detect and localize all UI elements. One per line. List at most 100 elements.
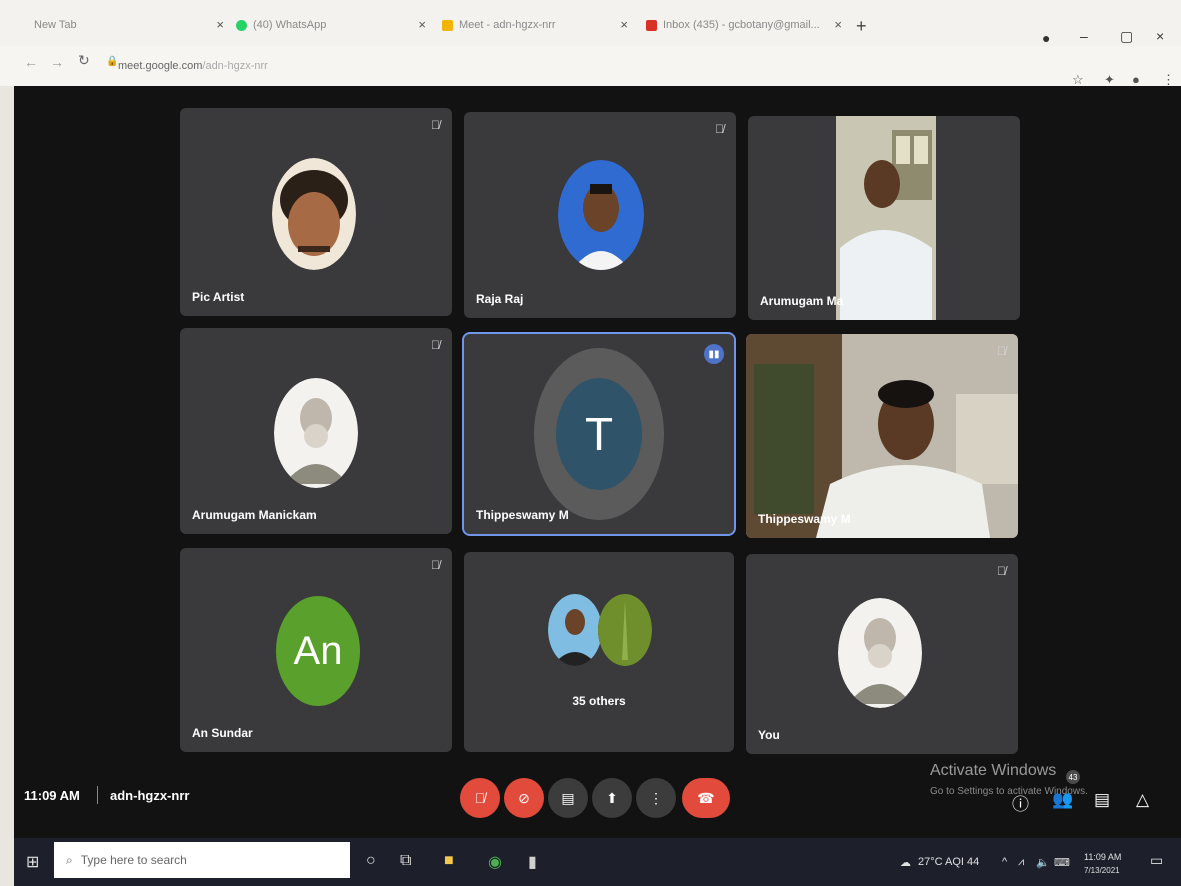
weather-text[interactable]: 27°C AQI 44 [918,856,979,868]
profile-icon[interactable]: ● [1042,30,1050,46]
mic-off-icon: 🎙̸ [997,564,1006,578]
more-vert-icon: ⋮ [649,789,663,806]
meet-icon [442,19,453,31]
participant-name: Thippeswamy M [476,508,569,522]
captions-button[interactable]: ▤ [548,778,588,818]
divider [97,786,98,804]
avatar [838,598,922,708]
participant-tile[interactable]: Arumugam Ma [748,116,1020,320]
meet-stage: 🎙̸ Pic Artist 🎙̸ Raja Raj Arumugam Ma 🎙̸… [14,86,1181,838]
participant-video [836,116,936,320]
participant-video [746,334,1018,538]
mic-off-icon: 🎙̸ [715,122,724,136]
participant-tile[interactable]: An 🎙̸ An Sundar [180,548,452,752]
url-domain: meet.google.com [118,60,203,72]
volume-icon[interactable]: 🔈 [1036,856,1050,869]
mic-off-icon: 🎙̸ [997,344,1006,358]
close-tab-icon[interactable]: × [216,17,224,32]
more-options-button[interactable]: ⋮ [636,778,676,818]
tab-title: New Tab [34,19,77,31]
tab-meet[interactable]: Meet - adn-hgzx-nrr × [442,12,628,38]
chrome-icon[interactable]: ◉ [488,852,502,872]
back-icon[interactable]: ← [24,54,38,70]
tab-title: Meet - adn-hgzx-nrr [459,19,556,31]
notifications-icon[interactable]: ▭ [1150,852,1163,869]
cortana-icon[interactable]: ○ [366,852,376,870]
activate-windows-title: Activate Windows [930,762,1057,779]
participant-name: You [758,728,780,742]
participant-tile-active-speaker[interactable]: T ▮▮ Thippeswamy M [462,332,736,536]
search-placeholder: Type here to search [80,853,187,867]
taskbar-search-box[interactable]: ⌕ Type here to search [54,842,350,878]
clock-time[interactable]: 11:09 AM [1084,852,1121,862]
weather-icon[interactable]: ☁ [900,856,911,869]
people-icon[interactable]: 👥 [1052,790,1073,810]
tab-title: (40) WhatsApp [253,19,327,31]
task-view-icon[interactable]: ⧉ [400,852,411,870]
clock-date[interactable]: 7/13/2021 [1084,866,1120,875]
others-count: 35 others [572,694,626,708]
file-explorer-icon[interactable]: ■ [444,852,454,870]
chat-icon[interactable]: ▤ [1094,790,1110,810]
mic-off-icon: 🎙̸ [474,790,486,806]
participant-tile[interactable]: 🎙̸ Thippeswamy M [746,334,1018,538]
participant-name: Raja Raj [476,292,524,306]
close-window-icon[interactable]: × [1156,28,1164,44]
browser-tab-strip: New Tab × (40) WhatsApp × Meet - adn-hgz… [0,0,1181,46]
participant-tile[interactable]: 🎙̸ Raja Raj [464,112,736,318]
participants-count-badge: 43 [1066,770,1080,784]
url-path: /adn-hgzx-nrr [202,60,268,72]
close-tab-icon[interactable]: × [418,17,426,32]
avatar-initial: T [556,378,642,490]
mic-toggle-button[interactable]: 🎙̸ [460,778,500,818]
account-avatar-icon[interactable]: ● [1132,72,1140,87]
self-tile[interactable]: 🎙̸ You [746,554,1018,754]
meeting-info-icon[interactable]: ⓘ [1012,790,1029,815]
search-icon: ⌕ [66,852,73,867]
activities-icon[interactable]: △ [1136,790,1149,810]
forward-icon[interactable]: → [50,54,64,70]
new-tab-button[interactable]: + [856,16,867,37]
participant-name: Pic Artist [192,290,245,304]
minimize-icon[interactable]: – [1080,28,1088,44]
tab-whatsapp[interactable]: (40) WhatsApp × [236,12,426,38]
participant-tile[interactable]: 🎙̸ Pic Artist [180,108,452,316]
whatsapp-icon [236,19,247,31]
avatar [598,594,652,666]
close-tab-icon[interactable]: × [834,17,842,32]
avatar [548,594,602,666]
camera-toggle-button[interactable]: ⊘ [504,778,544,818]
mic-off-icon: 🎙̸ [431,558,440,572]
lock-icon: 🔒 [106,56,119,67]
gmail-icon [646,19,657,31]
participant-name: An Sundar [192,726,253,740]
avatar-initial: An [276,596,360,706]
leave-call-button[interactable]: ☎ [682,778,730,818]
windows-start-icon[interactable]: ⊞ [26,852,39,872]
reload-icon[interactable]: ↻ [78,52,90,69]
avatar [272,158,356,270]
keyboard-icon[interactable]: ⌨ [1054,856,1070,869]
close-tab-icon[interactable]: × [620,17,628,32]
speaking-indicator-icon: ▮▮ [704,344,724,364]
tab-gmail[interactable]: Inbox (435) - gcbotany@gmail... × [646,12,842,38]
tray-overflow-icon[interactable]: ^ [1002,856,1007,868]
participant-name: Arumugam Ma [760,294,844,308]
tab-new-tab[interactable]: New Tab × [34,12,224,38]
hang-up-icon: ☎ [697,789,715,806]
url-field[interactable]: meet.google.com/adn-hgzx-nrr [118,60,268,72]
network-icon[interactable]: ⩘ [1018,856,1024,869]
meeting-code: adn-hgzx-nrr [110,788,190,803]
camera-off-icon: ⊘ [518,789,530,806]
maximize-icon[interactable]: ▢ [1120,28,1133,45]
notepad-icon[interactable]: ▮ [528,852,537,872]
avatar [558,160,644,270]
avatar [274,378,358,488]
captions-icon: ▤ [561,789,575,806]
participant-tile[interactable]: 🎙̸ Arumugam Manickam [180,328,452,534]
others-tile[interactable]: 35 others [464,552,734,752]
present-button[interactable]: ⬆ [592,778,632,818]
tab-title: Inbox (435) - gcbotany@gmail... [663,19,820,31]
participant-name: Arumugam Manickam [192,508,317,522]
meeting-time: 11:09 AM [24,788,80,803]
